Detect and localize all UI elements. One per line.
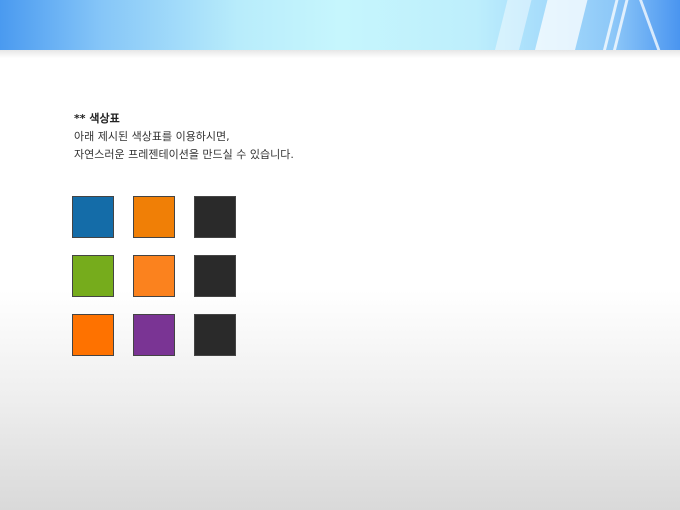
section-title: ** 색상표 (74, 112, 120, 125)
description-line: 아래 제시된 색상표를 이용하시면, (74, 130, 230, 143)
color-swatch (133, 196, 175, 238)
light-streak (530, 0, 590, 50)
description-line: 자연스러운 프레젠테이션을 만드실 수 있습니다. (74, 148, 294, 161)
light-streak (490, 0, 534, 50)
color-swatch (72, 196, 114, 238)
color-swatch (194, 314, 236, 356)
header-banner (0, 0, 680, 50)
color-swatch (133, 255, 175, 297)
light-streak (635, 0, 668, 50)
color-swatch (194, 255, 236, 297)
color-swatch (133, 314, 175, 356)
color-swatch (194, 196, 236, 238)
color-swatch (72, 314, 114, 356)
description-block: ** 색상표 아래 제시된 색상표를 이용하시면, 자연스러운 프레젠테이션을 … (74, 110, 294, 164)
banner-shadow (0, 50, 680, 58)
color-swatch (72, 255, 114, 297)
